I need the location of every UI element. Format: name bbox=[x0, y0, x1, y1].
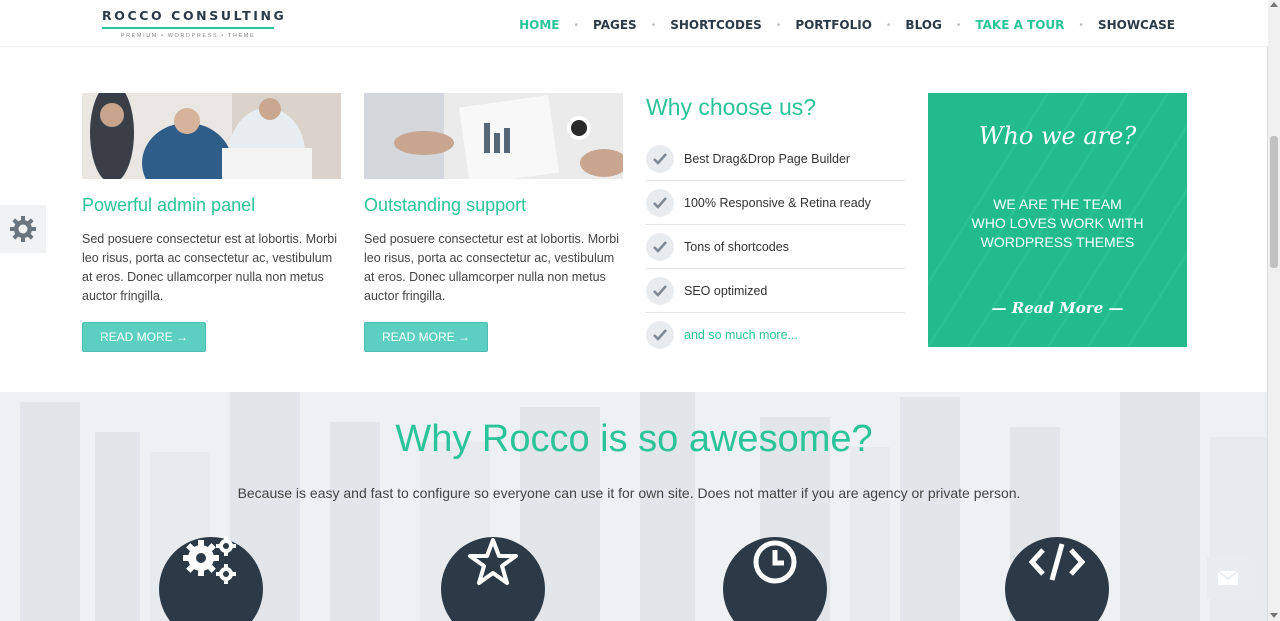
nav-take-a-tour[interactable]: TAKE A TOUR bbox=[975, 18, 1064, 32]
check-icon bbox=[646, 320, 674, 349]
nav-separator: • bbox=[651, 19, 656, 31]
who-line: WORDPRESS THEMES bbox=[980, 234, 1135, 250]
nav-portfolio[interactable]: PORTFOLIO bbox=[795, 18, 872, 32]
feature-title: Powerful admin panel bbox=[82, 195, 256, 215]
mail-icon bbox=[1218, 571, 1238, 585]
nav-separator: • bbox=[776, 19, 781, 31]
feature-image-meeting bbox=[82, 93, 341, 179]
code-icon bbox=[1029, 543, 1085, 581]
scroll-down-arrow[interactable] bbox=[1270, 613, 1278, 618]
why-item-label: Tons of shortcodes bbox=[684, 239, 789, 254]
feature-title: Outstanding support bbox=[364, 195, 527, 215]
nav-blog[interactable]: BLOG bbox=[905, 18, 941, 32]
feature-admin-panel: Powerful admin panel Sed posuere consect… bbox=[82, 93, 341, 352]
star-icon bbox=[468, 538, 518, 585]
read-more-button[interactable]: READ MORE → bbox=[82, 322, 207, 352]
page-scrollbar[interactable] bbox=[1267, 0, 1280, 621]
nav-showcase[interactable]: SHOWCASE bbox=[1098, 18, 1175, 32]
why-item: 100% Responsive & Retina ready bbox=[646, 181, 905, 225]
gear-icon bbox=[10, 216, 36, 242]
nav-separator: • bbox=[886, 19, 891, 31]
who-line: WE ARE THE TEAM bbox=[993, 196, 1122, 212]
nav-separator: • bbox=[574, 19, 579, 31]
feature-image-documents bbox=[364, 93, 623, 179]
scroll-up-arrow[interactable] bbox=[1270, 2, 1278, 7]
who-line: WHO LOVES WORK WITH bbox=[971, 215, 1144, 231]
nav-separator: • bbox=[956, 19, 961, 31]
who-body: WE ARE THE TEAM WHO LOVES WORK WITH WORD… bbox=[928, 195, 1187, 252]
why-item-label: SEO optimized bbox=[684, 283, 768, 298]
awesome-section: Why Rocco is so awesome? Because is easy… bbox=[0, 392, 1268, 621]
nav-home[interactable]: HOME bbox=[519, 18, 559, 32]
why-item: SEO optimized bbox=[646, 269, 905, 313]
clock-icon bbox=[753, 540, 797, 584]
why-item: and so much more... bbox=[646, 313, 905, 356]
who-read-more-link[interactable]: — Read More — bbox=[928, 299, 1187, 317]
nav-shortcodes[interactable]: SHORTCODES bbox=[670, 18, 762, 32]
site-logo[interactable]: ROCCO CONSULTING PREMIUM • WORDPRESS • T… bbox=[102, 8, 284, 39]
logo-title: ROCCO CONSULTING bbox=[102, 8, 284, 29]
site-header: ROCCO CONSULTING PREMIUM • WORDPRESS • T… bbox=[0, 0, 1268, 47]
why-item: Best Drag&Drop Page Builder bbox=[646, 137, 905, 181]
section-text: Because is easy and fast to configure so… bbox=[237, 485, 1021, 501]
check-icon bbox=[646, 188, 674, 217]
read-more-button[interactable]: READ MORE → bbox=[364, 322, 489, 352]
check-icon bbox=[646, 276, 674, 305]
who-title: Who we are? bbox=[978, 122, 1137, 150]
logo-tagline: PREMIUM • WORDPRESS • THEME bbox=[120, 33, 256, 39]
why-more-link[interactable]: and so much more... bbox=[684, 328, 798, 342]
contact-button[interactable] bbox=[1207, 557, 1249, 599]
gears-icon bbox=[183, 536, 236, 584]
feature-support: Outstanding support Sed posuere consecte… bbox=[364, 93, 623, 352]
feature-text: Sed posuere consectetur est at lobortis.… bbox=[82, 232, 337, 303]
nav-separator: • bbox=[1079, 19, 1083, 31]
check-icon bbox=[646, 232, 674, 261]
scroll-thumb[interactable] bbox=[1270, 136, 1278, 268]
why-choose-us: Why choose us? Best Drag&Drop Page Build… bbox=[646, 93, 905, 356]
why-title: Why choose us? bbox=[646, 94, 817, 120]
why-item-label: 100% Responsive & Retina ready bbox=[684, 195, 871, 210]
settings-tab[interactable] bbox=[0, 205, 46, 253]
check-icon bbox=[646, 144, 674, 173]
main-nav: HOME • PAGES • SHORTCODES • PORTFOLIO • … bbox=[519, 18, 1175, 32]
why-item-label: Best Drag&Drop Page Builder bbox=[684, 151, 851, 166]
who-we-are-box: Who we are? WE ARE THE TEAM WHO LOVES WO… bbox=[928, 93, 1187, 347]
nav-pages[interactable]: PAGES bbox=[593, 18, 637, 32]
feature-text: Sed posuere consectetur est at lobortis.… bbox=[364, 232, 619, 303]
section-title: Why Rocco is so awesome? bbox=[395, 418, 873, 460]
why-item: Tons of shortcodes bbox=[646, 225, 905, 269]
